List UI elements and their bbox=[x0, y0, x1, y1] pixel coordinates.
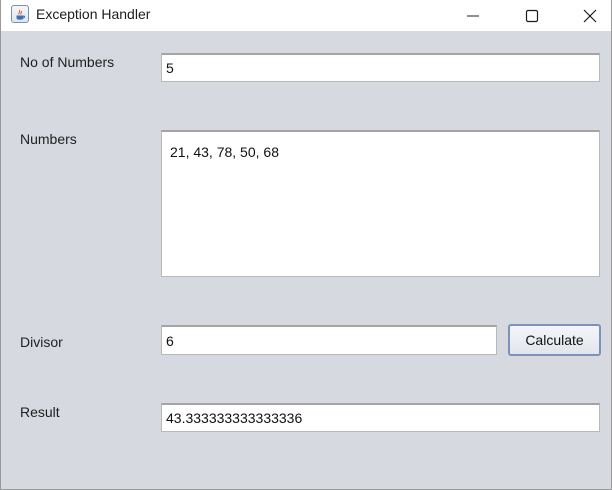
count-field[interactable]: 5 bbox=[161, 53, 600, 82]
app-window: Exception Handler No of Numbers 5 Number… bbox=[0, 0, 612, 490]
close-icon bbox=[583, 9, 597, 22]
count-label: No of Numbers bbox=[20, 54, 115, 70]
minimize-icon bbox=[467, 15, 479, 16]
numbers-label: Numbers bbox=[20, 131, 77, 147]
maximize-button[interactable] bbox=[503, 0, 561, 31]
minimize-button[interactable] bbox=[444, 0, 502, 31]
calculate-button[interactable]: Calculate bbox=[508, 324, 601, 356]
close-button[interactable] bbox=[561, 0, 612, 31]
java-icon[interactable] bbox=[11, 5, 29, 23]
divisor-label: Divisor bbox=[20, 334, 63, 350]
maximize-icon bbox=[525, 9, 539, 22]
result-field[interactable]: 43.333333333333336 bbox=[161, 403, 600, 432]
title-bar[interactable]: Exception Handler bbox=[1, 0, 611, 31]
divisor-field[interactable]: 6 bbox=[161, 325, 497, 355]
result-label: Result bbox=[20, 404, 60, 420]
numbers-textarea[interactable]: 21, 43, 78, 50, 68 bbox=[161, 130, 600, 277]
window-title: Exception Handler bbox=[36, 6, 151, 22]
